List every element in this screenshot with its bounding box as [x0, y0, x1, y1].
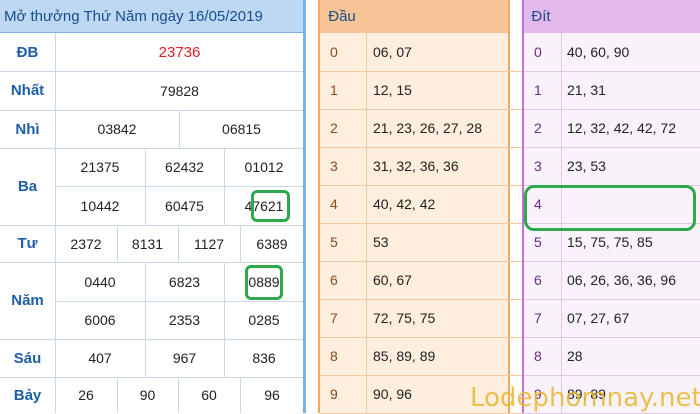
dit-values-3: 23, 53	[567, 158, 606, 174]
prize-value-tu-2: 8131	[131, 235, 164, 252]
dau-key-0: 0	[330, 44, 338, 60]
highlight-circle-nam	[245, 265, 283, 300]
dit-key-8: 8	[534, 348, 542, 364]
dit-key-7: 7	[534, 310, 542, 326]
prize-value-nam-5: 2353	[168, 312, 201, 328]
prize-value-nhi-2: 06815	[222, 121, 261, 137]
dau-key-1: 1	[330, 82, 338, 98]
dit-values-6: 06, 26, 36, 36, 96	[567, 272, 676, 288]
prize-value-sau-2: 967	[172, 350, 197, 366]
prize-value-ba-2: 62432	[165, 159, 204, 175]
prize-value-bay-4: 96	[264, 387, 280, 403]
dit-header: Đít	[531, 8, 551, 25]
dau-key-3: 3	[330, 158, 338, 174]
dit-key-3: 3	[534, 158, 542, 174]
prize-value-ba-1: 21375	[80, 159, 120, 175]
dit-values-0: 40, 60, 90	[567, 44, 630, 60]
prize-value-ba-3: 01012	[244, 159, 284, 175]
prize-value-bay-3: 60	[201, 387, 217, 403]
dau-key-5: 5	[330, 234, 338, 250]
prize-label-nhat: Nhất	[10, 82, 45, 99]
prize-value-nhat: 79828	[160, 82, 199, 99]
prize-value-ba-4: 10442	[80, 197, 120, 214]
prize-value-tu-3: 1127	[193, 235, 225, 252]
prize-value-nam-6: 0285	[248, 312, 280, 328]
dit-key-2: 2	[534, 120, 542, 136]
prize-value-sau-3: 836	[252, 350, 276, 366]
dit-values-7: 07, 27, 67	[567, 310, 630, 326]
prize-label-tu: Tư	[17, 235, 38, 252]
dit-key-0: 0	[534, 44, 542, 60]
prize-value-nam-2: 6823	[168, 273, 201, 290]
prize-value-tu-4: 6389	[256, 235, 288, 252]
dau-key-6: 6	[330, 272, 338, 288]
prize-value-tu-1: 2372	[70, 235, 102, 252]
prize-value-nhi-1: 03842	[97, 121, 137, 137]
prize-label-nhi: Nhì	[15, 120, 40, 138]
dit-values-1: 21, 31	[567, 82, 606, 98]
dau-key-4: 4	[330, 196, 338, 212]
prize-label-bay: Bảy	[13, 386, 42, 404]
table-divider	[303, 0, 306, 413]
prize-label-sau: Sáu	[13, 349, 42, 367]
dit-key-1: 1	[534, 82, 542, 98]
dit-values-8: 28	[567, 348, 583, 364]
prize-value-bay-2: 90	[139, 387, 156, 403]
dit-key-6: 6	[534, 272, 542, 288]
dau-header: Đầu	[328, 8, 356, 25]
highlight-circle-dit-4	[524, 185, 696, 231]
prize-value-nam-1: 0440	[84, 273, 116, 290]
highlight-circle-ba	[251, 190, 290, 222]
prize-label-db: ĐB	[16, 43, 39, 61]
dau-key-8: 8	[330, 348, 338, 364]
dau-key-7: 7	[330, 310, 338, 326]
prize-label-nam: Năm	[11, 292, 44, 309]
dau-key-9: 9	[330, 386, 338, 402]
prize-value-nam-4: 6006	[84, 312, 116, 328]
dit-values-2: 12, 32, 42, 42, 72	[567, 120, 676, 136]
results-title: Mở thưởng Thứ Năm ngày 16/05/2019	[0, 0, 305, 33]
prize-value-bay-1: 26	[78, 387, 94, 403]
prize-value-ba-5: 60475	[165, 197, 204, 214]
prize-value-sau-1: 407	[88, 350, 112, 366]
prize-value-db: 23736	[158, 43, 201, 61]
dau-key-2: 2	[330, 120, 338, 136]
watermark-text: Lodephomnay.net	[470, 382, 700, 413]
prize-label-ba: Ba	[17, 178, 38, 195]
